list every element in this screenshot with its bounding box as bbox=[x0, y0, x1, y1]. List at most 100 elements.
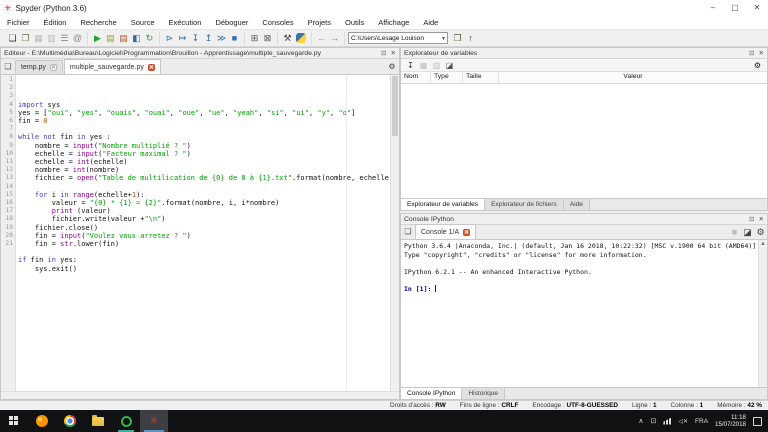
browse-tabs-icon[interactable]: ❑ bbox=[1, 59, 15, 74]
reset-namespace-icon[interactable]: ◪ bbox=[443, 59, 456, 72]
import-data-icon[interactable]: ↧ bbox=[404, 59, 417, 72]
save-data-as-icon[interactable]: ▥ bbox=[430, 59, 443, 72]
open-file-icon[interactable]: ❐ bbox=[19, 32, 32, 45]
menu-projets[interactable]: Projets bbox=[301, 18, 338, 27]
editor-horizontal-scrollbar[interactable] bbox=[1, 391, 399, 399]
code-token: import bbox=[18, 100, 44, 109]
console-scrollbar[interactable]: ▲ bbox=[758, 240, 767, 387]
editor-options-gear-icon[interactable]: ⚙ bbox=[385, 59, 399, 74]
column-header-type[interactable]: Type bbox=[431, 72, 463, 83]
menu-exécution[interactable]: Exécution bbox=[162, 18, 209, 27]
chrome-icon[interactable] bbox=[56, 410, 84, 432]
run-cell-icon[interactable]: ▤ bbox=[104, 32, 117, 45]
code-line: fin = str.lower(fin) bbox=[18, 240, 390, 248]
step-out-icon[interactable]: ↥ bbox=[202, 32, 215, 45]
editor-tab[interactable]: temp.py ✕ bbox=[15, 60, 63, 74]
editor-tab[interactable]: multiple_sauvegarde.py ✕ bbox=[63, 59, 161, 74]
console-output[interactable]: Python 3.6.4 |Anaconda, Inc.| (default, … bbox=[401, 240, 758, 387]
tab-aide[interactable]: Aide bbox=[563, 199, 590, 210]
undock-icon[interactable]: ⊡ bbox=[749, 215, 754, 223]
code-editor[interactable]: import sys yes = ["oui", "yes", "ouais", … bbox=[16, 75, 390, 391]
layout-icon[interactable]: ☰ bbox=[58, 32, 71, 45]
toolbar-group: ⚒ bbox=[278, 31, 312, 45]
rerun-icon[interactable]: ↻ bbox=[143, 32, 156, 45]
tab-explorateur-de-variables[interactable]: Explorateur de variables bbox=[401, 199, 486, 210]
working-directory-combo[interactable]: C:\Users\Lesage Louison ▾ bbox=[348, 32, 448, 44]
run-cell-advance-icon[interactable]: ▤ bbox=[117, 32, 130, 45]
menu-affichage[interactable]: Affichage bbox=[371, 18, 416, 27]
undock-icon[interactable]: ⊡ bbox=[381, 49, 386, 57]
close-pane-icon[interactable]: ✕ bbox=[759, 215, 764, 223]
variable-table-body[interactable] bbox=[401, 84, 767, 198]
chevron-down-icon[interactable]: ▾ bbox=[442, 35, 445, 42]
start-button[interactable] bbox=[0, 410, 28, 432]
python-logo-icon[interactable] bbox=[296, 33, 306, 43]
save-data-icon[interactable]: ▦ bbox=[417, 59, 430, 72]
stop-debug-icon[interactable]: ■ bbox=[228, 32, 241, 45]
step-into-icon[interactable]: ↧ bbox=[189, 32, 202, 45]
console-prompt: In [1]: bbox=[404, 284, 436, 293]
inspect-icon[interactable]: ◪ bbox=[741, 226, 754, 239]
find-symbols-icon[interactable]: @ bbox=[71, 32, 84, 45]
menu-fichier[interactable]: Fichier bbox=[0, 18, 37, 27]
muted-speaker-icon[interactable]: ◁✕ bbox=[678, 418, 688, 425]
tab-explorateur-de-fichiers[interactable]: Explorateur de fichiers bbox=[485, 199, 564, 210]
continue-icon[interactable]: ≫ bbox=[215, 32, 228, 45]
close-button[interactable]: ✕ bbox=[746, 0, 768, 16]
menu-déboguer[interactable]: Déboguer bbox=[208, 18, 255, 27]
debug-icon[interactable]: ⊳ bbox=[163, 32, 176, 45]
ring-app-icon[interactable] bbox=[112, 410, 140, 432]
tray-chevron-icon[interactable]: ∧ bbox=[638, 417, 643, 425]
windows-logo-icon bbox=[9, 416, 19, 426]
preferences-wrench-icon[interactable]: ⚒ bbox=[281, 32, 294, 45]
tab-console-ipython[interactable]: Console IPython bbox=[401, 388, 463, 399]
run-icon[interactable]: ▶ bbox=[91, 32, 104, 45]
variable-explorer-options-gear-icon[interactable]: ⚙ bbox=[751, 59, 764, 72]
language-indicator[interactable]: FRA bbox=[695, 418, 708, 425]
close-tab-icon[interactable]: ✕ bbox=[147, 63, 155, 71]
network-icon[interactable] bbox=[663, 417, 672, 425]
clock[interactable]: 11:18 15/07/2018 bbox=[715, 414, 746, 428]
step-icon[interactable]: ↦ bbox=[176, 32, 189, 45]
forward-icon[interactable]: → bbox=[328, 32, 341, 45]
new-file-icon[interactable]: ❏ bbox=[6, 32, 19, 45]
tray-monitor-icon[interactable]: ⊡ bbox=[651, 417, 657, 425]
close-pane-icon[interactable]: ✕ bbox=[759, 49, 764, 57]
spyder-taskbar-icon[interactable]: ✳ bbox=[140, 410, 168, 432]
editor-vertical-scrollbar[interactable] bbox=[390, 75, 399, 391]
menu-source[interactable]: Source bbox=[124, 18, 162, 27]
save-all-icon[interactable]: ▥ bbox=[45, 32, 58, 45]
fullscreen-icon[interactable]: ⊠ bbox=[261, 32, 274, 45]
interrupt-kernel-icon[interactable]: ■ bbox=[728, 226, 741, 239]
maximize-button[interactable]: ▢ bbox=[724, 0, 746, 16]
line-number: 5 bbox=[9, 108, 13, 116]
menu-recherche[interactable]: Recherche bbox=[73, 18, 123, 27]
close-tab-icon[interactable]: ✕ bbox=[463, 228, 471, 236]
run-selection-icon[interactable]: ◧ bbox=[130, 32, 143, 45]
menu-consoles[interactable]: Consoles bbox=[255, 18, 300, 27]
console-options-gear-icon[interactable]: ⚙ bbox=[754, 226, 767, 239]
undock-icon[interactable]: ⊡ bbox=[749, 49, 754, 57]
maximize-pane-icon[interactable]: ⊞ bbox=[248, 32, 261, 45]
menu-édition[interactable]: Édition bbox=[37, 18, 74, 27]
console-tab[interactable]: Console 1/A ✕ bbox=[415, 224, 477, 239]
save-icon[interactable]: ▦ bbox=[32, 32, 45, 45]
menu-outils[interactable]: Outils bbox=[338, 18, 371, 27]
column-header-taille[interactable]: Taille bbox=[463, 72, 499, 83]
code-line: if fin in yes: bbox=[18, 256, 390, 264]
back-icon[interactable]: ← bbox=[315, 32, 328, 45]
close-pane-icon[interactable]: ✕ bbox=[391, 49, 396, 57]
browse-folder-icon[interactable]: ❐ bbox=[451, 32, 464, 45]
column-header-nom[interactable]: Nom bbox=[401, 72, 431, 83]
browse-tabs-icon[interactable]: ❑ bbox=[401, 224, 415, 239]
close-tab-icon[interactable]: ✕ bbox=[49, 64, 57, 71]
minimize-button[interactable]: – bbox=[702, 0, 724, 16]
column-header-valeur[interactable]: Valeur bbox=[499, 72, 767, 83]
parent-dir-icon[interactable]: ↑ bbox=[464, 32, 477, 45]
tab-historique[interactable]: Historique bbox=[462, 388, 506, 399]
notification-center-icon[interactable] bbox=[753, 416, 762, 426]
file-explorer-icon[interactable] bbox=[84, 410, 112, 432]
scroll-up-icon[interactable]: ▲ bbox=[759, 240, 767, 248]
firefox-icon[interactable] bbox=[28, 410, 56, 432]
menu-aide[interactable]: Aide bbox=[416, 18, 445, 27]
